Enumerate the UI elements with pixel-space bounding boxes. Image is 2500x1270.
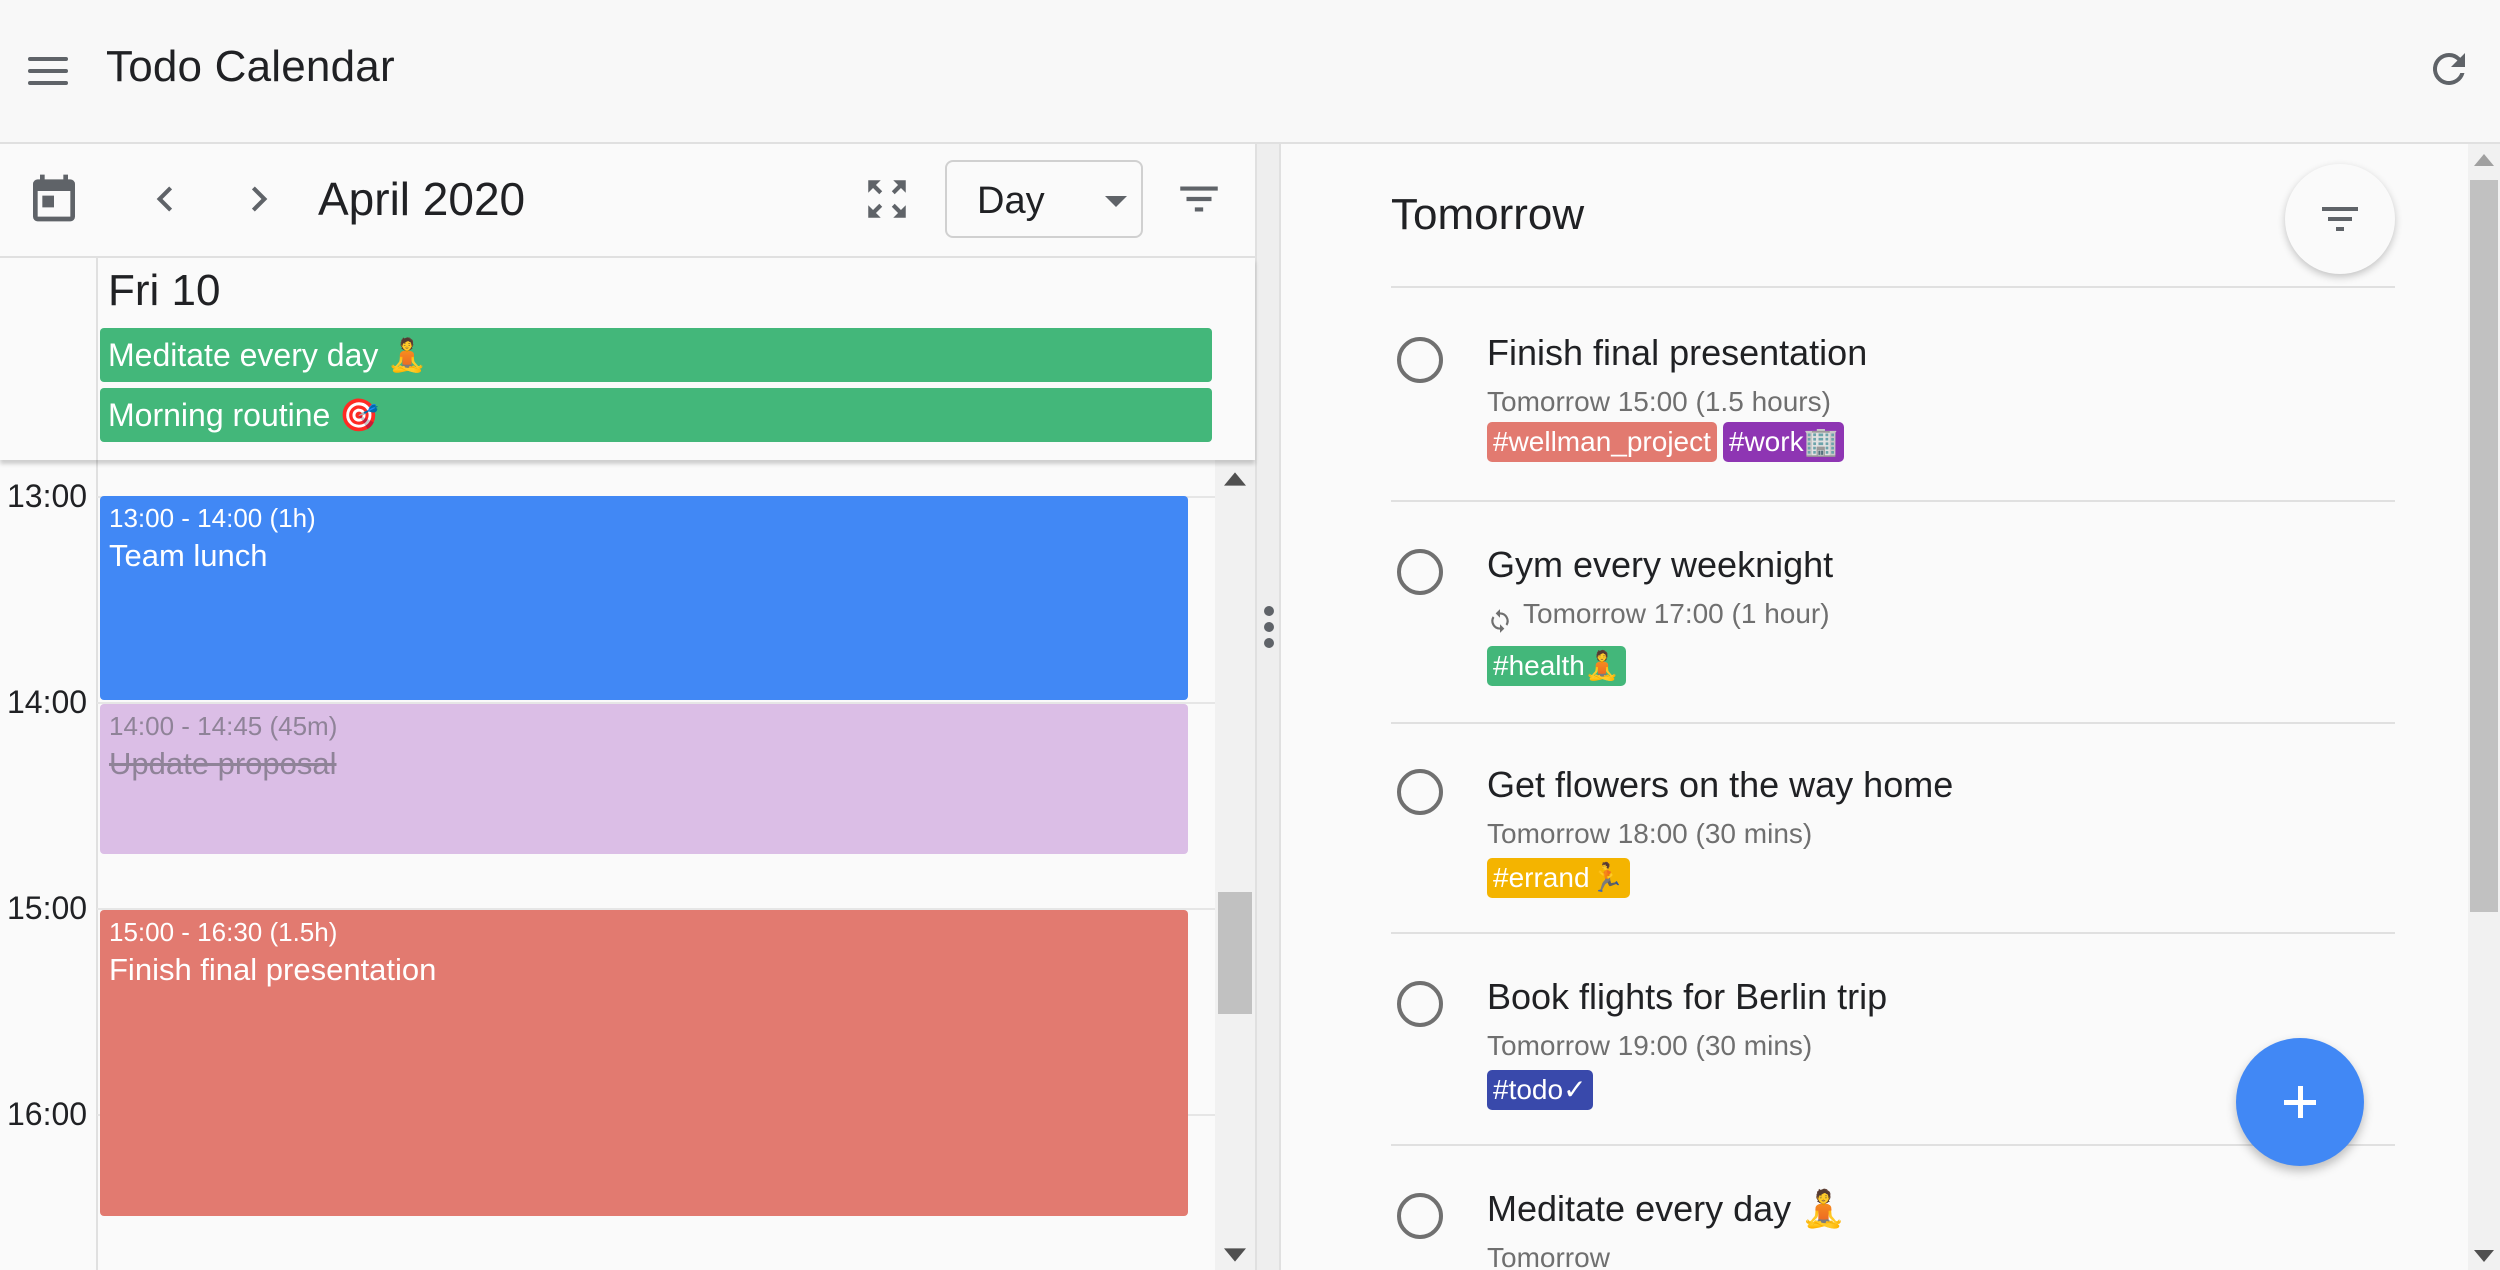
todo-title: Book flights for Berlin trip xyxy=(1487,976,1888,1017)
hour-label: 14:00 xyxy=(7,684,88,720)
complete-checkbox[interactable] xyxy=(1397,769,1443,815)
plus-icon-stroke xyxy=(2298,1086,2303,1118)
day-timeline[interactable]: 13:00 14:00 15:00 16:00 13:00 - 14:00 (1… xyxy=(0,460,1255,1270)
event-emoji: 🎯 xyxy=(339,397,380,433)
todo-item[interactable]: Gym every weeknight Tomorrow 17:00 (1 ho… xyxy=(1391,544,2395,724)
splitter-handle-dot xyxy=(1264,638,1274,648)
todo-title: Meditate every day 🧘 xyxy=(1487,1188,1846,1229)
splitter-handle-dot xyxy=(1264,606,1274,616)
tag-list: #errand🏃 xyxy=(1487,858,1636,898)
todo-item[interactable]: Get flowers on the way home Tomorrow 18:… xyxy=(1391,764,2395,934)
event-time: 13:00 - 14:00 (1h) xyxy=(109,503,316,533)
todo-item[interactable]: Finish final presentation Tomorrow 15:00… xyxy=(1391,332,2395,502)
chevron-right-icon[interactable] xyxy=(234,174,284,224)
scroll-down-arrow-icon[interactable] xyxy=(1224,1248,1246,1262)
complete-checkbox[interactable] xyxy=(1397,549,1443,595)
event-time: 14:00 - 14:45 (45m) xyxy=(109,711,338,741)
tag-chip[interactable]: #health🧘 xyxy=(1487,646,1626,686)
todo-item[interactable]: Meditate every day 🧘 Tomorrow xyxy=(1391,1188,2395,1270)
day-label: Fri 10 xyxy=(108,266,221,315)
all-day-event[interactable]: Morning routine 🎯 xyxy=(100,388,1212,442)
event-title: Morning routine xyxy=(108,397,331,433)
event-title: Meditate every day xyxy=(108,337,379,373)
todo-subtitle: Tomorrow 19:00 (30 mins) xyxy=(1487,1030,1813,1061)
complete-checkbox[interactable] xyxy=(1397,337,1443,383)
tag-chip[interactable]: #errand🏃 xyxy=(1487,858,1631,898)
filter-icon[interactable] xyxy=(1174,174,1224,224)
splitter-handle-dot xyxy=(1264,622,1274,632)
add-todo-button[interactable] xyxy=(2236,1038,2364,1166)
tag-chip[interactable]: #work🏢 xyxy=(1722,422,1845,462)
event-title: Update proposal xyxy=(109,746,337,781)
hour-label: 16:00 xyxy=(7,1096,88,1132)
divider xyxy=(1391,1144,2395,1146)
hour-label: 15:00 xyxy=(7,890,88,926)
filter-icon xyxy=(2322,207,2358,231)
todo-filter-button[interactable] xyxy=(2285,164,2395,274)
gutter-divider xyxy=(96,460,98,1270)
refresh-icon[interactable] xyxy=(2425,45,2473,93)
tag-list: #todo✓ xyxy=(1487,1070,1599,1110)
complete-checkbox[interactable] xyxy=(1397,981,1443,1027)
divider xyxy=(1391,500,2395,502)
chevron-left-icon[interactable] xyxy=(140,174,190,224)
hamburger-menu-icon[interactable] xyxy=(26,51,74,91)
todo-subtitle: Tomorrow 15:00 (1.5 hours) xyxy=(1487,386,1831,417)
todo-scrollbar-thumb[interactable] xyxy=(2470,180,2498,912)
complete-checkbox[interactable] xyxy=(1397,1193,1443,1239)
month-label: April 2020 xyxy=(318,173,526,225)
hour-label: 13:00 xyxy=(7,478,88,514)
app-title: Todo Calendar xyxy=(106,42,395,91)
dropdown-caret-icon xyxy=(1105,196,1127,207)
calendar-event[interactable]: 15:00 - 16:30 (1.5h) Finish final presen… xyxy=(100,910,1188,1216)
todo-title: Get flowers on the way home xyxy=(1487,764,1954,805)
tag-chip[interactable]: #wellman_project xyxy=(1487,422,1717,462)
todo-title: Finish final presentation xyxy=(1487,332,1868,373)
calendar-event[interactable]: 13:00 - 14:00 (1h) Team lunch xyxy=(100,496,1188,700)
timeline-scrollbar[interactable] xyxy=(1215,460,1255,1270)
all-day-section: Fri 10 Meditate every day 🧘 Morning rout… xyxy=(0,258,1255,460)
todo-subtitle: Tomorrow xyxy=(1487,1242,1610,1270)
event-title: Finish final presentation xyxy=(109,952,437,987)
divider xyxy=(1391,932,2395,934)
todo-title: Gym every weeknight xyxy=(1487,544,1834,585)
scroll-up-arrow-icon[interactable] xyxy=(2474,154,2494,166)
timeline-scrollbar-thumb[interactable] xyxy=(1218,892,1252,1014)
calendar-event[interactable]: 14:00 - 14:45 (45m) Update proposal xyxy=(100,704,1188,854)
calendar-icon[interactable] xyxy=(26,170,82,226)
tag-list: #wellman_project #work🏢 xyxy=(1487,422,1850,462)
app-bar: Todo Calendar xyxy=(0,0,2500,144)
scroll-up-arrow-icon[interactable] xyxy=(1224,472,1246,486)
scroll-down-arrow-icon[interactable] xyxy=(2474,1250,2494,1262)
view-select-value: Day xyxy=(977,180,1045,222)
view-select[interactable]: Day xyxy=(945,160,1143,238)
gutter-divider xyxy=(96,258,98,460)
fullscreen-icon[interactable] xyxy=(862,174,912,224)
event-emoji: 🧘 xyxy=(387,337,428,373)
event-title: Team lunch xyxy=(109,538,268,573)
tag-list: #health🧘 xyxy=(1487,646,1632,686)
all-day-event[interactable]: Meditate every day 🧘 xyxy=(100,328,1212,382)
todo-header-title: Tomorrow xyxy=(1391,190,1585,239)
divider xyxy=(1391,286,2395,288)
divider xyxy=(1391,722,2395,724)
panel-splitter[interactable] xyxy=(1255,144,1281,1270)
repeat-icon xyxy=(1491,609,1509,633)
todo-subtitle: Tomorrow 18:00 (30 mins) xyxy=(1487,818,1813,849)
tag-chip[interactable]: #todo✓ xyxy=(1487,1070,1593,1110)
todo-subtitle: Tomorrow 17:00 (1 hour) xyxy=(1523,598,1830,629)
event-time: 15:00 - 16:30 (1.5h) xyxy=(109,917,338,947)
